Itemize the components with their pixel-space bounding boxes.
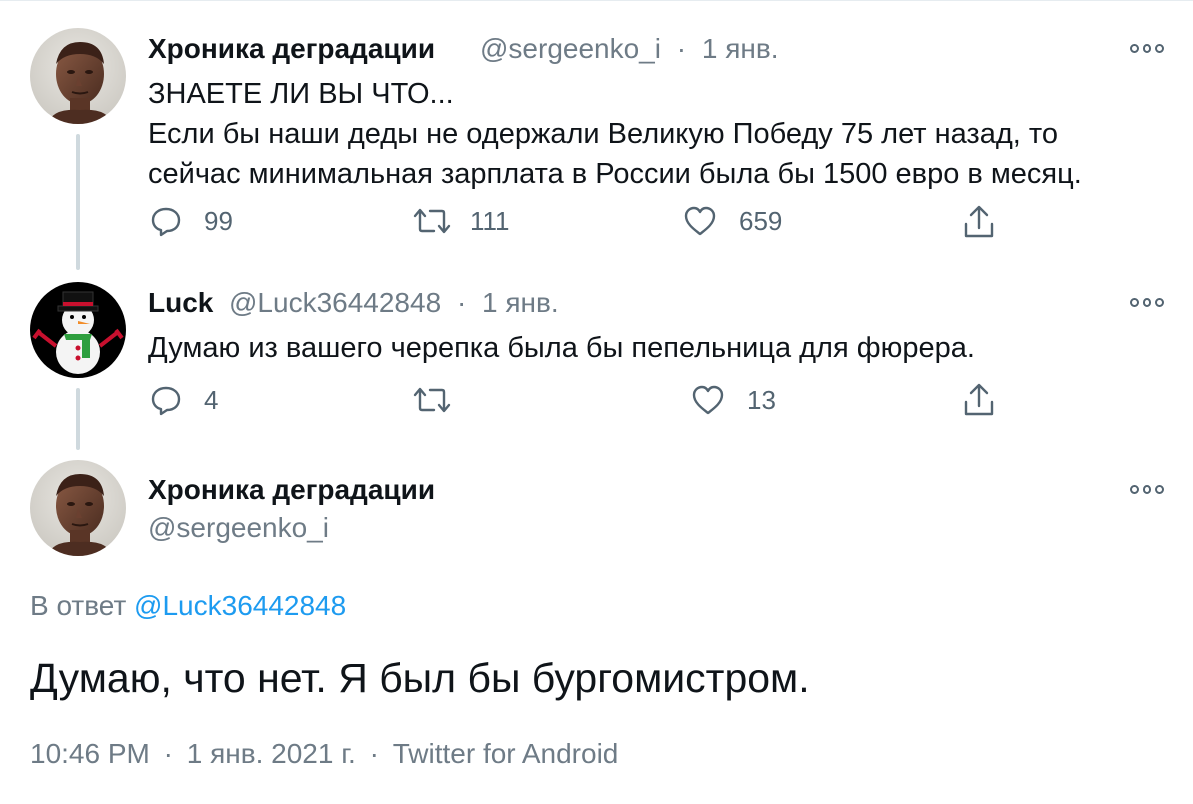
- like-count: 659: [739, 205, 783, 236]
- reply-count: 99: [204, 205, 233, 236]
- reply-icon: [151, 207, 181, 237]
- reply-button[interactable]: 99: [150, 205, 233, 237]
- author-name[interactable]: Хроника деградации: [148, 33, 435, 65]
- avatar[interactable]: [30, 28, 126, 124]
- tweet-text-line: Думаю из вашего черепка была бы пепельни…: [148, 332, 975, 364]
- like-count: 13: [747, 384, 776, 415]
- reply-count: 4: [204, 384, 219, 415]
- share-button[interactable]: [962, 204, 996, 240]
- author-handle[interactable]: @Luck36442848: [229, 287, 441, 318]
- like-button[interactable]: 13: [691, 384, 776, 416]
- more-icon[interactable]: [1130, 295, 1165, 309]
- like-icon: [692, 385, 724, 415]
- meta-separator: ·: [369, 738, 379, 769]
- tweet-text-line: ЗНАЕТЕ ЛИ ВЫ ЧТО...: [148, 78, 454, 110]
- tweet-text-line: сейчас минимальная зарплата в России был…: [148, 158, 1082, 190]
- more-icon[interactable]: [1130, 41, 1165, 55]
- tweet-date[interactable]: 1 янв.: [702, 33, 779, 64]
- meta-separator: ·: [676, 33, 687, 64]
- retweet-count: 111: [470, 205, 510, 236]
- retweet-button[interactable]: 111: [412, 205, 510, 237]
- retweet-icon: [413, 387, 451, 413]
- like-icon: [684, 206, 716, 236]
- bust-avatar-image: [30, 28, 126, 124]
- reply-icon: [151, 386, 181, 416]
- share-icon: [964, 205, 994, 238]
- more-icon[interactable]: [1130, 482, 1165, 496]
- tweet-time[interactable]: 10:46 PM: [30, 738, 150, 769]
- share-icon: [964, 383, 994, 416]
- reply-handle-link[interactable]: @Luck36442848: [134, 590, 346, 621]
- top-divider: [0, 0, 1193, 6]
- thread-line: [76, 134, 80, 270]
- focused-tweet-text: Думаю, что нет. Я был бы бургомистром.: [30, 655, 810, 701]
- reply-context: В ответ @Luck36442848: [30, 590, 346, 622]
- avatar[interactable]: [30, 282, 126, 378]
- author-handle[interactable]: @sergeenko_i: [480, 33, 661, 64]
- reply-button[interactable]: 4: [150, 384, 218, 416]
- like-button[interactable]: 659: [683, 205, 782, 237]
- author-name[interactable]: Luck: [148, 287, 213, 319]
- reply-prefix: В ответ: [30, 590, 127, 621]
- tweet-full-date[interactable]: 1 янв. 2021 г.: [187, 738, 356, 769]
- retweet-icon: [413, 208, 451, 234]
- tweet-text-line: Если бы наши деды не одержали Великую По…: [148, 118, 1058, 150]
- thread-line: [76, 388, 80, 450]
- author-handle[interactable]: @sergeenko_i: [148, 512, 329, 544]
- avatar[interactable]: [30, 460, 126, 556]
- tweet-client[interactable]: Twitter for Android: [393, 738, 619, 769]
- tweet-timestamp: 10:46 PM · 1 янв. 2021 г. · Twitter for …: [30, 738, 618, 770]
- tweet-meta: @sergeenko_i · 1 янв.: [480, 33, 779, 65]
- tweet-meta: @Luck36442848 · 1 янв.: [229, 287, 559, 319]
- meta-separator: ·: [456, 287, 467, 318]
- bust-avatar-image: [30, 460, 126, 556]
- snowman-avatar-image: [30, 282, 126, 378]
- meta-separator: ·: [163, 738, 173, 769]
- share-button[interactable]: [962, 382, 996, 418]
- tweet-date[interactable]: 1 янв.: [482, 287, 559, 318]
- author-name[interactable]: Хроника деградации: [148, 474, 435, 506]
- retweet-button[interactable]: [412, 384, 474, 416]
